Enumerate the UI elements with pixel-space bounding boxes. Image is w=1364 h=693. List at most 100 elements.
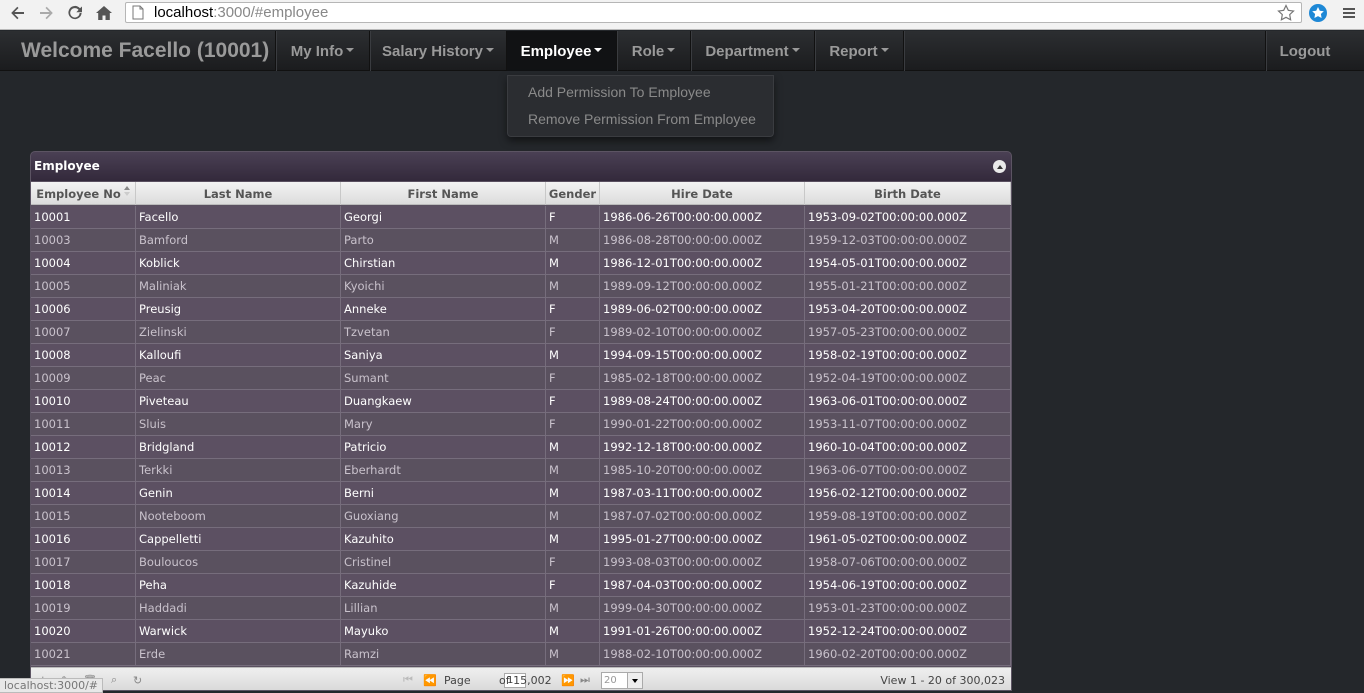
col-birth-date-header[interactable]: Birth Date bbox=[805, 182, 1011, 205]
sort-icon[interactable] bbox=[123, 185, 130, 196]
table-row[interactable]: 10021 Erde Ramzi M 1988-02-10T00:00:00.000Z 1… bbox=[31, 643, 1011, 666]
column-header-label: Hire Date bbox=[671, 186, 733, 201]
table-row[interactable]: 10006 Preusig Anneke F 1989-06-02T00:00:00.0… bbox=[31, 298, 1011, 321]
table-row[interactable]: 10014 Genin Berni M 1987-03-11T00:00:00.000Z… bbox=[31, 482, 1011, 505]
table-row[interactable]: 10010 Piveteau Duangkaew F 1989-08-24T00:00:… bbox=[31, 390, 1011, 413]
table-row[interactable]: 10004 Koblick Chirstian M 1986-12-01T00:00:0… bbox=[31, 252, 1011, 275]
menu-item-remove-permission[interactable]: Remove Permission From Employee bbox=[528, 111, 756, 127]
col-hire-date-cell: 1989-08-24T00:00:00.000Z bbox=[600, 390, 805, 412]
col-hire-date-header[interactable]: Hire Date bbox=[600, 182, 805, 205]
table-row[interactable]: 10005 Maliniak Kyoichi M 1989-09-12T00:00:00… bbox=[31, 275, 1011, 298]
col-first-name-header[interactable]: First Name bbox=[341, 182, 546, 205]
table-row[interactable]: 10011 Sluis Mary F 1990-01-22T00:00:00.000Z 1… bbox=[31, 413, 1011, 436]
col-gender-cell: M bbox=[546, 275, 600, 297]
employee-dropdown-menu: Add Permission To Employee Remove Permis… bbox=[507, 75, 774, 137]
back-arrow-icon[interactable] bbox=[6, 2, 30, 24]
col-hire-date-cell: 1994-09-15T00:00:00.000Z bbox=[600, 344, 805, 366]
prev-page-icon[interactable]: ⏪ bbox=[423, 674, 437, 687]
col-birth-date-cell: 1956-02-12T00:00:00.000Z bbox=[805, 482, 1011, 504]
refresh-icon[interactable]: ↻ bbox=[133, 674, 142, 687]
table-row[interactable]: 10017 Bouloucos Cristinel F 1993-08-03T00:00… bbox=[31, 551, 1011, 574]
page-size-select[interactable]: 20 bbox=[601, 672, 643, 689]
col-first-name-cell: Saniya bbox=[341, 344, 546, 366]
extension-icon[interactable] bbox=[1306, 2, 1330, 24]
nav-employee[interactable]: Employee bbox=[507, 31, 616, 71]
col-employee-no-cell: 10021 bbox=[31, 643, 136, 665]
nav-role[interactable]: Role bbox=[617, 31, 690, 71]
table-row[interactable]: 10007 Zielinski Tzvetan F 1989-02-10T00:00:0… bbox=[31, 321, 1011, 344]
col-employee-no-cell: 10005 bbox=[31, 275, 136, 297]
col-birth-date-cell: 1953-11-07T00:00:00.000Z bbox=[805, 413, 1011, 435]
table-row[interactable]: 10008 Kalloufi Saniya M 1994-09-15T00:00:00.… bbox=[31, 344, 1011, 367]
col-employee-no-cell: 10019 bbox=[31, 597, 136, 619]
col-last-name-cell: Bridgland bbox=[136, 436, 341, 458]
hamburger-menu-icon[interactable] bbox=[1337, 2, 1361, 24]
nav-salary-history[interactable]: Salary History bbox=[370, 31, 506, 71]
col-hire-date-cell: 1992-12-18T00:00:00.000Z bbox=[600, 436, 805, 458]
col-last-name-cell: Kalloufi bbox=[136, 344, 341, 366]
caret-down-icon bbox=[667, 48, 676, 52]
column-header-label: Employee No bbox=[36, 186, 121, 201]
grid-title: Employee bbox=[34, 159, 100, 173]
col-gender-cell: M bbox=[546, 344, 600, 366]
search-icon[interactable]: ⌕ bbox=[111, 674, 117, 687]
col-gender-cell: M bbox=[546, 252, 600, 274]
col-employee-no-cell: 10017 bbox=[31, 551, 136, 573]
forward-arrow-icon[interactable] bbox=[34, 2, 58, 24]
col-employee-no-header[interactable]: Employee No bbox=[31, 182, 136, 205]
last-page-icon[interactable]: ⏭ bbox=[580, 674, 590, 687]
page-label: Page bbox=[444, 674, 471, 687]
col-last-name-cell: Bamford bbox=[136, 229, 341, 251]
table-row[interactable]: 10015 Nooteboom Guoxiang M 1987-07-02T00:00:… bbox=[31, 505, 1011, 528]
col-gender-cell: F bbox=[546, 574, 600, 596]
col-first-name-cell: Tzvetan bbox=[341, 321, 546, 343]
col-last-name-cell: Piveteau bbox=[136, 390, 341, 412]
nav-report[interactable]: Report bbox=[815, 31, 903, 71]
nav-department[interactable]: Department bbox=[691, 31, 814, 71]
column-header-label: Last Name bbox=[203, 186, 273, 201]
col-last-name-cell: Preusig bbox=[136, 298, 341, 320]
col-gender-cell: F bbox=[546, 298, 600, 320]
first-page-icon[interactable]: ⏮ bbox=[403, 674, 413, 687]
col-gender-cell: M bbox=[546, 482, 600, 504]
col-last-name-cell: Zielinski bbox=[136, 321, 341, 343]
col-gender-header[interactable]: Gender bbox=[546, 182, 600, 205]
address-bar[interactable]: localhost:3000/#employee bbox=[125, 2, 1302, 23]
table-row[interactable]: 10018 Peha Kazuhide F 1987-04-03T00:00:00.00… bbox=[31, 574, 1011, 597]
nav-my-info[interactable]: My Info bbox=[276, 31, 369, 71]
table-row[interactable]: 10020 Warwick Mayuko M 1991-01-26T00:00:00.0… bbox=[31, 620, 1011, 643]
col-gender-cell: M bbox=[546, 643, 600, 665]
col-first-name-cell: Parto bbox=[341, 229, 546, 251]
star-icon[interactable] bbox=[1277, 4, 1295, 27]
col-first-name-cell: Duangkaew bbox=[341, 390, 546, 412]
col-last-name-cell: Haddadi bbox=[136, 597, 341, 619]
logout-link[interactable]: Logout bbox=[1266, 31, 1344, 71]
col-hire-date-cell: 1986-12-01T00:00:00.000Z bbox=[600, 252, 805, 274]
caret-down-icon bbox=[791, 48, 800, 52]
table-row[interactable]: 10016 Cappelletti Kazuhito M 1995-01-27T00:0… bbox=[31, 528, 1011, 551]
col-hire-date-cell: 1986-06-26T00:00:00.000Z bbox=[600, 206, 805, 228]
collapse-icon[interactable] bbox=[993, 160, 1006, 173]
home-icon[interactable] bbox=[92, 2, 116, 24]
col-employee-no-cell: 10020 bbox=[31, 620, 136, 642]
col-first-name-cell: Berni bbox=[341, 482, 546, 504]
brand-welcome[interactable]: Welcome Facello (10001) bbox=[21, 39, 269, 63]
col-birth-date-cell: 1957-05-23T00:00:00.000Z bbox=[805, 321, 1011, 343]
table-row[interactable]: 10013 Terkki Eberhardt M 1985-10-20T00:00:00… bbox=[31, 459, 1011, 482]
col-last-name-cell: Terkki bbox=[136, 459, 341, 481]
col-employee-no-cell: 10015 bbox=[31, 505, 136, 527]
table-row[interactable]: 10019 Haddadi Lillian M 1999-04-30T00:00:00.… bbox=[31, 597, 1011, 620]
col-gender-cell: F bbox=[546, 367, 600, 389]
table-row[interactable]: 10003 Bamford Parto M 1986-08-28T00:00:00.00… bbox=[31, 229, 1011, 252]
table-row[interactable]: 10012 Bridgland Patricio M 1992-12-18T00:00:… bbox=[31, 436, 1011, 459]
col-birth-date-cell: 1953-04-20T00:00:00.000Z bbox=[805, 298, 1011, 320]
table-row[interactable]: 10009 Peac Sumant F 1985-02-18T00:00:00.000Z… bbox=[31, 367, 1011, 390]
menu-item-add-permission[interactable]: Add Permission To Employee bbox=[528, 84, 711, 100]
col-last-name-cell: Facello bbox=[136, 206, 341, 228]
next-page-icon[interactable]: ⏩ bbox=[561, 674, 575, 687]
col-birth-date-cell: 1954-06-19T00:00:00.000Z bbox=[805, 574, 1011, 596]
col-hire-date-cell: 1990-01-22T00:00:00.000Z bbox=[600, 413, 805, 435]
col-last-name-header[interactable]: Last Name bbox=[136, 182, 341, 205]
table-row[interactable]: 10001 Facello Georgi F 1986-06-26T00:00:00.0… bbox=[31, 206, 1011, 229]
reload-icon[interactable] bbox=[63, 2, 87, 24]
